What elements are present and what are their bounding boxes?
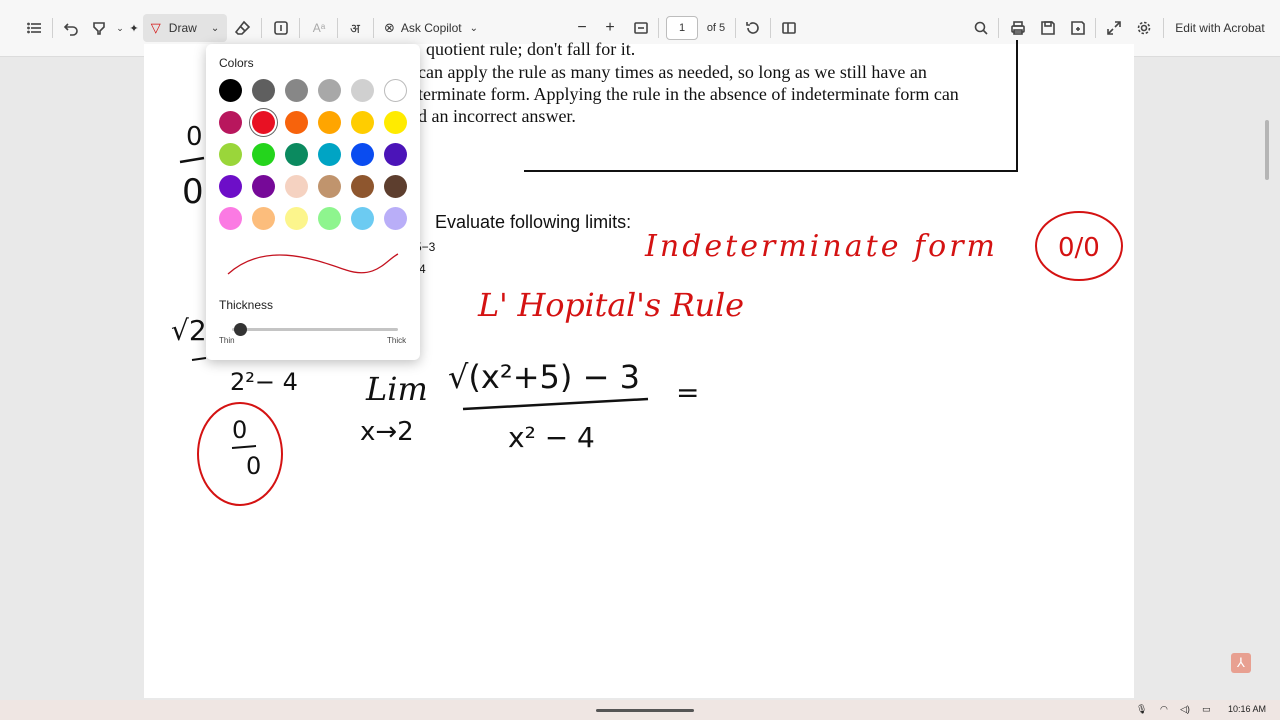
color-swatch[interactable]	[351, 111, 374, 134]
doc-line-2: can apply the rule as many times as need…	[418, 62, 927, 82]
wifi-icon[interactable]: ◠	[1160, 704, 1168, 715]
battery-icon[interactable]: ▭	[1202, 704, 1211, 715]
color-swatch[interactable]	[384, 207, 407, 230]
volume-icon[interactable]: ◁)	[1180, 704, 1190, 715]
save-as-icon[interactable]	[1067, 14, 1089, 42]
color-swatch[interactable]	[318, 79, 341, 102]
expand-icon[interactable]	[1103, 14, 1125, 42]
color-swatch[interactable]	[219, 111, 242, 134]
vertical-scrollbar[interactable]	[1265, 120, 1269, 180]
color-swatch[interactable]	[285, 207, 308, 230]
page-view-icon[interactable]	[778, 14, 800, 42]
color-swatch[interactable]	[252, 175, 275, 198]
zoom-in-button[interactable]: +	[600, 14, 620, 42]
thick-label: Thick	[387, 336, 407, 345]
erase-point-icon[interactable]: ✦	[127, 14, 141, 42]
color-swatch[interactable]	[318, 143, 341, 166]
color-swatch[interactable]	[384, 111, 407, 134]
print-icon[interactable]	[1007, 14, 1029, 42]
color-swatch[interactable]	[351, 175, 374, 198]
gear-icon[interactable]	[1133, 14, 1155, 42]
chevron-down-icon: ⌄	[210, 22, 220, 34]
color-swatch[interactable]	[285, 79, 308, 102]
thickness-slider[interactable]	[232, 323, 398, 336]
ask-copilot-button[interactable]: ⊗ Ask Copilot ⌄	[384, 14, 484, 42]
color-swatch[interactable]	[252, 79, 275, 102]
color-swatch[interactable]	[318, 175, 341, 198]
color-swatch[interactable]	[285, 143, 308, 166]
color-swatch[interactable]	[252, 207, 275, 230]
doc-line-3: terminate form. Applying the rule in the…	[418, 84, 959, 104]
draw-pen-icon: ▽	[150, 20, 161, 35]
draw-settings-popup: Colors Thickness Thin Thick	[206, 44, 420, 360]
color-swatch[interactable]	[219, 79, 242, 102]
color-swatch[interactable]	[318, 111, 341, 134]
fragment-bottom: 4	[419, 262, 426, 276]
draw-label: Draw	[168, 21, 197, 35]
doc-line-1: quotient rule; don't fall for it.	[426, 39, 636, 59]
color-swatch[interactable]	[351, 207, 374, 230]
fit-width-icon[interactable]	[630, 14, 652, 42]
color-swatch[interactable]	[384, 143, 407, 166]
page-number-input[interactable]: 1	[666, 14, 698, 42]
color-swatch[interactable]	[384, 175, 407, 198]
highlight-icon[interactable]	[88, 14, 110, 42]
page-total: of 5	[706, 22, 726, 34]
copilot-icon: ⊗	[384, 20, 395, 35]
translate-icon[interactable]: अ	[344, 14, 366, 42]
rotate-icon[interactable]	[742, 14, 764, 42]
chevron-down-icon: ⌄	[469, 22, 478, 34]
exercise-heading: Evaluate following limits:	[435, 212, 632, 232]
color-swatch[interactable]	[318, 207, 341, 230]
stroke-preview	[227, 253, 399, 275]
doc-line-4: d an incorrect answer.	[418, 106, 576, 126]
undo-icon[interactable]	[60, 14, 82, 42]
color-swatch[interactable]	[351, 79, 374, 102]
microphone-icon[interactable]: 🎙	[1136, 704, 1147, 715]
thickness-slider-thumb[interactable]	[234, 323, 248, 336]
search-icon[interactable]	[970, 14, 992, 42]
color-swatch[interactable]	[285, 175, 308, 198]
color-swatch[interactable]	[285, 111, 308, 134]
color-swatch[interactable]	[252, 111, 275, 134]
color-swatch[interactable]	[219, 143, 242, 166]
acrobat-icon[interactable]: ⅄	[1231, 653, 1251, 673]
text-box-icon[interactable]	[270, 14, 292, 42]
eraser-icon[interactable]	[232, 14, 254, 42]
color-swatch[interactable]	[384, 79, 407, 102]
thickness-heading: Thickness	[219, 298, 274, 312]
menu-icon[interactable]	[24, 14, 46, 42]
color-swatch[interactable]	[219, 207, 242, 230]
colors-heading: Colors	[219, 56, 254, 70]
thin-label: Thin	[219, 336, 235, 345]
color-swatch[interactable]	[219, 175, 242, 198]
clock[interactable]: 10:16 AM	[1228, 704, 1266, 714]
draw-button[interactable]: ▽ Draw ⌄	[143, 14, 227, 42]
read-aloud-icon[interactable]: Aᵃ	[308, 14, 330, 42]
ask-copilot-label: Ask Copilot	[400, 21, 462, 35]
highlight-chevron-icon[interactable]: ⌄	[114, 14, 126, 42]
color-swatch[interactable]	[252, 143, 275, 166]
save-icon[interactable]	[1037, 14, 1059, 42]
color-swatch[interactable]	[351, 143, 374, 166]
zoom-out-button[interactable]: −	[572, 14, 592, 42]
taskbar: 🎙 ◠ ◁) ▭ 10:16 AM	[0, 700, 1280, 720]
home-indicator[interactable]	[596, 709, 694, 712]
edit-with-acrobat-button[interactable]: Edit with Acrobat	[1170, 14, 1270, 42]
